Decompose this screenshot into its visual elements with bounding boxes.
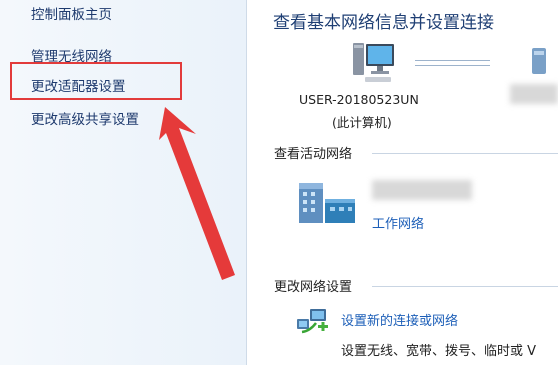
main-panel: 查看基本网络信息并设置连接 USER-20180523UN (此计算机) 查看活… <box>247 0 558 365</box>
network-icon <box>532 48 546 74</box>
setup-connection-icon <box>297 309 328 334</box>
connection-line <box>415 60 490 66</box>
work-network-icon <box>299 183 355 223</box>
section-divider <box>372 153 558 154</box>
setup-new-connection-link[interactable]: 设置新的连接或网络 <box>341 310 458 329</box>
computer-icon <box>353 43 394 82</box>
active-network-heading: 查看活动网络 <box>274 147 353 162</box>
section-divider <box>372 286 558 287</box>
computer-name: USER-20180523UN <box>299 92 419 107</box>
network-settings-heading: 更改网络设置 <box>274 280 353 295</box>
network-type-link[interactable]: 工作网络 <box>372 213 424 232</box>
pointer-arrow <box>159 107 235 280</box>
redacted-blur <box>510 84 558 104</box>
page-title: 查看基本网络信息并设置连接 <box>273 13 494 33</box>
computer-subtitle: (此计算机) <box>332 115 392 130</box>
redacted-blur <box>372 180 472 200</box>
setup-connection-description: 设置无线、宽带、拨号、临时或 V <box>341 344 537 359</box>
